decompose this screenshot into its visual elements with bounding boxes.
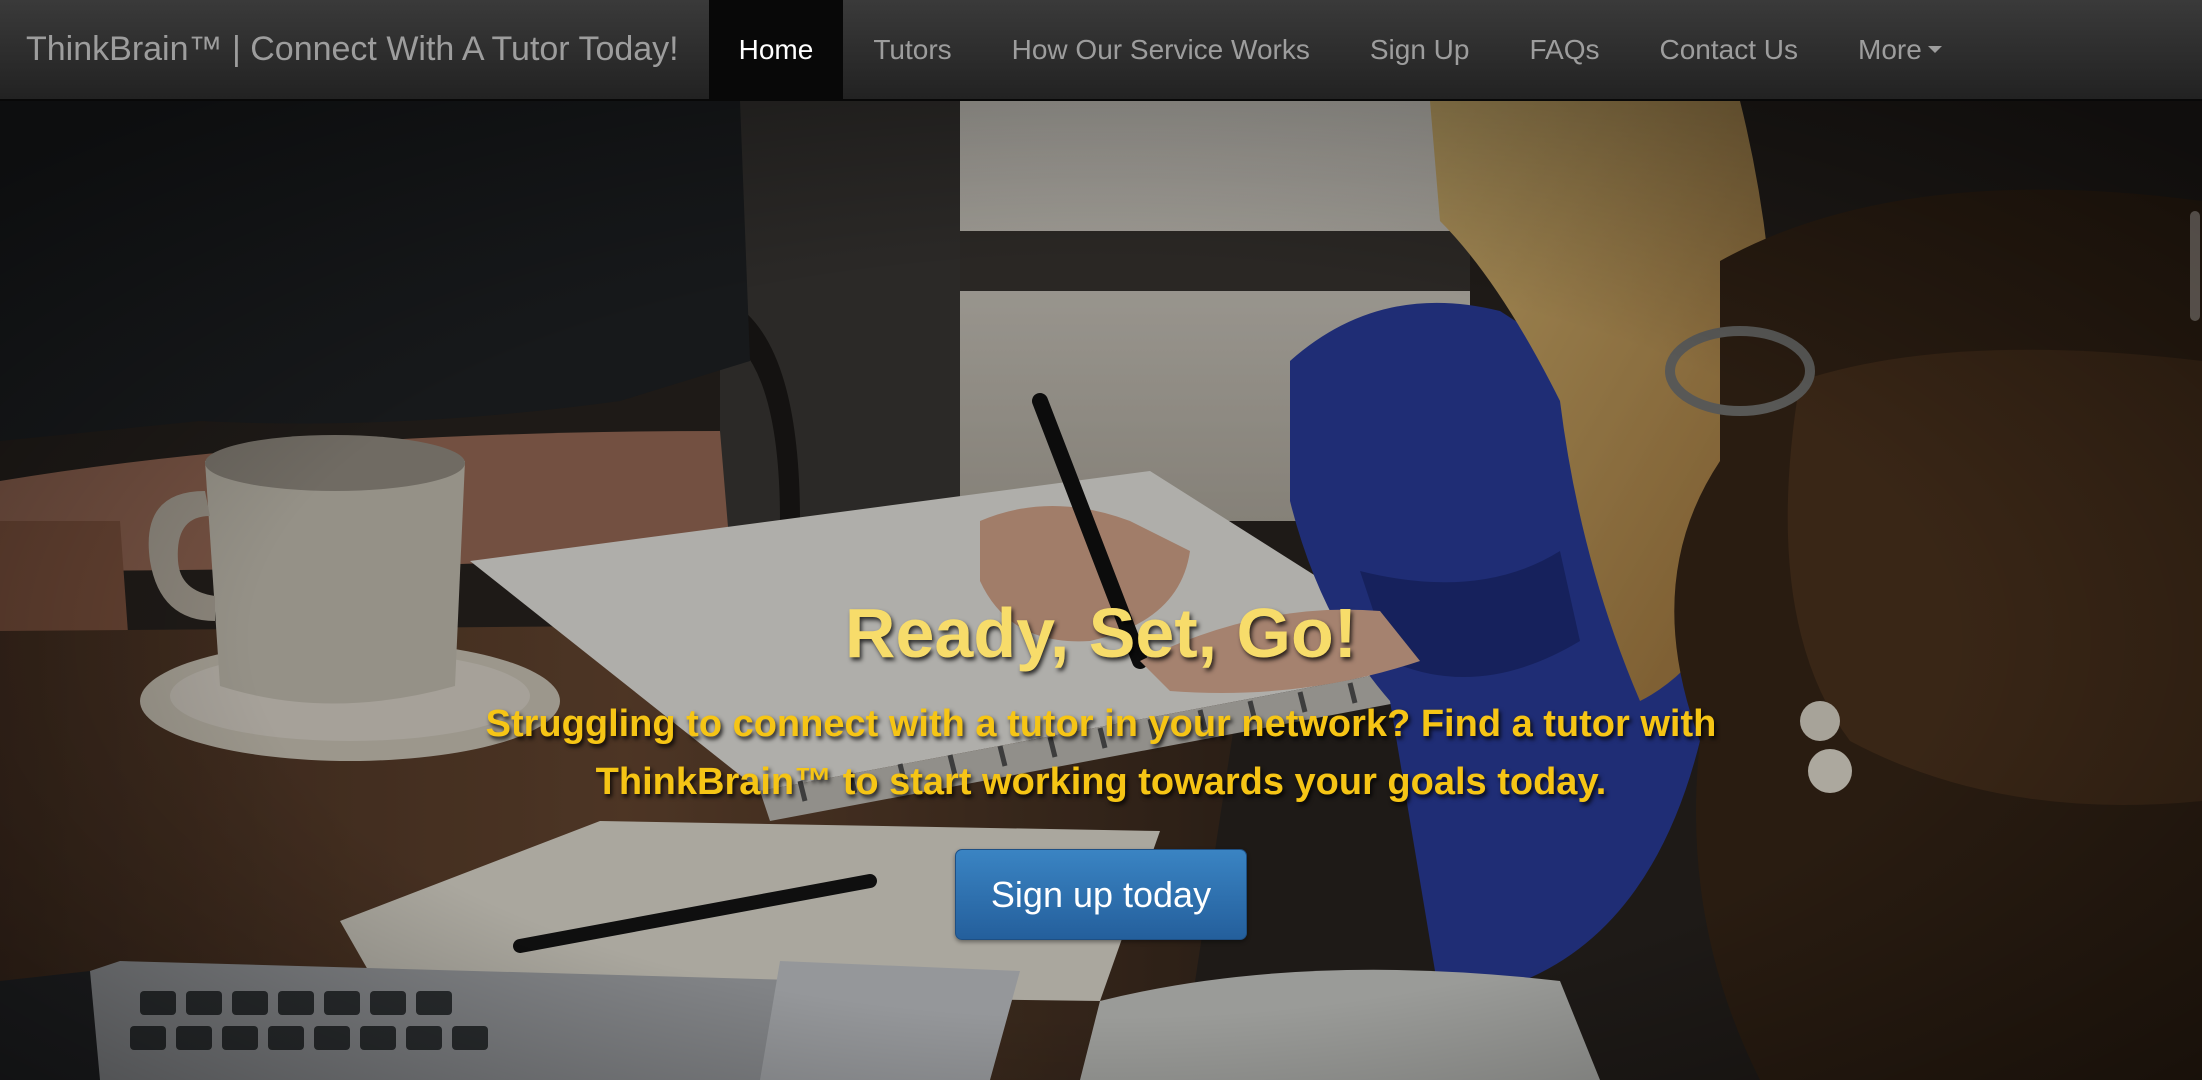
nav-item-tutors[interactable]: Tutors (843, 0, 981, 99)
hero-content: Ready, Set, Go! Struggling to connect wi… (0, 101, 2202, 1080)
top-navbar: ThinkBrain™ | Connect With A Tutor Today… (0, 0, 2202, 101)
hero-subtitle: Struggling to connect with a tutor in yo… (485, 703, 1717, 803)
nav-item-home[interactable]: Home (708, 0, 844, 99)
brand-link[interactable]: ThinkBrain™ | Connect With A Tutor Today… (0, 0, 709, 99)
page-scrollbar-thumb[interactable] (2190, 211, 2200, 321)
caret-down-icon (1927, 46, 1942, 53)
hero-section: Ready, Set, Go! Struggling to connect wi… (0, 101, 2202, 1080)
nav-item-how-our-service-works[interactable]: How Our Service Works (982, 0, 1340, 99)
nav-item-more-dropdown[interactable]: More (1828, 0, 1972, 99)
sign-up-today-button[interactable]: Sign up today (955, 849, 1247, 940)
nav-item-faqs[interactable]: FAQs (1499, 0, 1629, 99)
nav-menu: Home Tutors How Our Service Works Sign U… (708, 0, 1972, 99)
nav-item-sign-up[interactable]: Sign Up (1340, 0, 1500, 99)
hero-title: Ready, Set, Go! (844, 594, 1358, 672)
nav-item-contact-us[interactable]: Contact Us (1630, 0, 1829, 99)
nav-item-more-label: More (1858, 33, 1922, 65)
